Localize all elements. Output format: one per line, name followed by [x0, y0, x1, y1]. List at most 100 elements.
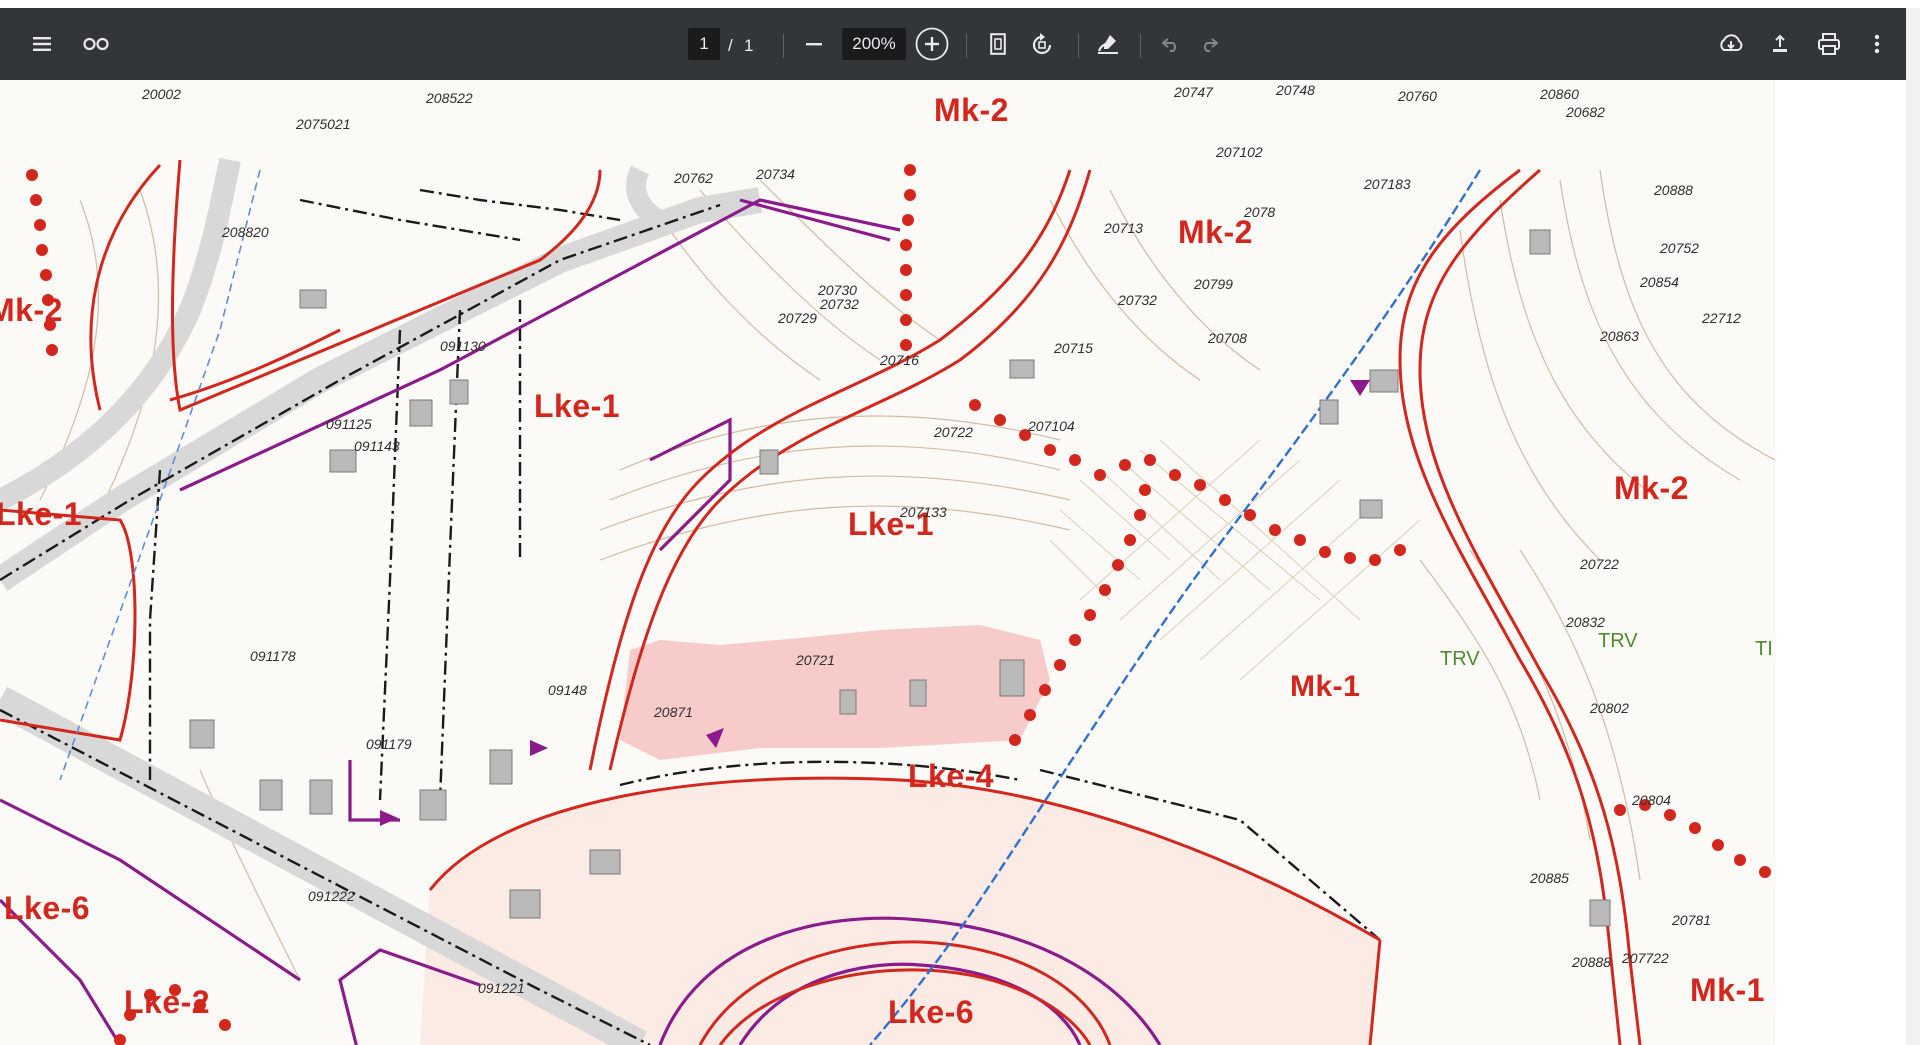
annotate-button[interactable] [1090, 26, 1126, 62]
parcel-number: 20713 [1104, 220, 1143, 236]
print-icon [1818, 33, 1840, 55]
parcel-number: 2075021 [296, 116, 351, 132]
download-button[interactable] [1712, 26, 1750, 62]
parcel-number: 20799 [1194, 276, 1233, 292]
parcel-number: 20722 [934, 424, 973, 440]
parcel-number: 20860 [1540, 86, 1579, 102]
parcel-number: 20730 [818, 282, 857, 298]
parcel-number: 208522 [426, 90, 473, 106]
parcel-number: 20732 [1118, 292, 1157, 308]
parcel-number: 20752 [1660, 240, 1699, 256]
parcel-number: 20802 [1590, 700, 1629, 716]
fit-to-page-button[interactable] [980, 26, 1016, 62]
redo-button[interactable] [1192, 26, 1226, 62]
annotate-icon [1097, 35, 1118, 54]
menu-icon [33, 37, 51, 51]
parcel-number: 20729 [778, 310, 817, 326]
parcel-number: 091179 [366, 736, 412, 752]
parcel-number: 20804 [1632, 792, 1671, 808]
zone-label-lke1: Lke-1 [534, 388, 621, 424]
rotate-button[interactable] [1024, 26, 1060, 62]
parcel-number: 20888 [1654, 182, 1693, 198]
parcel-number: 22712 [1702, 310, 1741, 326]
zone-label-lke2: Lke-2 [124, 984, 211, 1020]
trv-label: TI [1755, 638, 1773, 660]
zoom-value: 200% [852, 34, 896, 53]
parcel-number: 20722 [1580, 556, 1619, 572]
zoom-level-input[interactable]: 200% [842, 28, 906, 60]
parcel-number: 20716 [880, 352, 919, 368]
parcel-number: 091125 [326, 416, 372, 432]
menu-button[interactable] [24, 26, 60, 62]
zone-label-mk2: Mk-2 [1614, 470, 1689, 506]
parcel-number: 20682 [1566, 104, 1605, 120]
trv-label: TRV [1440, 648, 1480, 670]
toolbar-divider [966, 34, 967, 58]
parcel-number: 20760 [1398, 88, 1437, 104]
parcel-number: 20002 [142, 86, 181, 102]
parcel-number: 207722 [1622, 950, 1669, 966]
parcel-number: 207104 [1028, 418, 1075, 434]
more-options-button[interactable] [1862, 26, 1892, 62]
document-viewer[interactable]: Mk-2 Mk-2 Mk-2 Mk-2 Lke-1 Lke-1 Lke-1 Mk… [0, 80, 1906, 1045]
parcel-number: 207183 [1364, 176, 1411, 192]
zone-label-mk2: Mk-2 [1178, 214, 1253, 250]
trv-label: TRV [1598, 630, 1638, 652]
parcel-number: 20854 [1640, 274, 1679, 290]
window-top-strip [0, 0, 1920, 8]
zone-label-mk2: Mk-2 [0, 292, 63, 328]
parcel-number: 091222 [308, 888, 355, 904]
zoom-out-icon [806, 43, 822, 46]
markers [380, 380, 1370, 826]
parcel-number: 20715 [1054, 340, 1093, 356]
parcel-number: 091130 [440, 338, 486, 354]
parcel-number: 20732 [820, 296, 859, 312]
parcel-number: 207133 [900, 504, 947, 520]
parcel-number: 091178 [250, 648, 296, 664]
page-current: 1 [699, 34, 709, 53]
parcel-number: 20748 [1276, 82, 1315, 98]
page-total: 1 [744, 36, 754, 55]
vertical-scrollbar[interactable] [1906, 8, 1920, 1045]
zone-label-mk1: Mk-1 [1690, 972, 1765, 1008]
parcel-number: 20888 [1572, 954, 1611, 970]
parcel-number: 20863 [1600, 328, 1639, 344]
parcel-number: 208820 [222, 224, 269, 240]
parcel-number: 091221 [478, 980, 525, 996]
parcel-number: 20721 [796, 652, 835, 668]
download-icon [1720, 34, 1743, 51]
parcel-number: 207102 [1216, 144, 1263, 160]
redo-icon [1204, 38, 1218, 52]
two-page-view-button[interactable] [78, 26, 114, 62]
parcel-number: 09148 [548, 682, 587, 698]
fit-page-icon [990, 33, 1006, 55]
undo-button[interactable] [1154, 26, 1188, 62]
zone-label-lke6: Lke-6 [4, 890, 91, 926]
share-button[interactable] [1762, 26, 1798, 62]
parcel-number: 091143 [354, 438, 400, 454]
pdf-toolbar: 1 / 1 200% [0, 8, 1906, 80]
zone-label-lke1: Lke-1 [0, 496, 83, 532]
zone-label-lke6: Lke-6 [888, 994, 975, 1030]
parcel-number: 20832 [1566, 614, 1605, 630]
zone-label-mk1: Mk-1 [1290, 670, 1361, 703]
zoom-out-button[interactable] [796, 26, 832, 62]
parcel-number: 2078 [1244, 204, 1276, 220]
parcel-number: 20871 [654, 704, 693, 720]
undo-icon [1162, 38, 1176, 52]
toolbar-divider [783, 34, 784, 58]
page-number-input[interactable]: 1 [688, 28, 720, 60]
zoom-in-button[interactable] [914, 26, 950, 62]
zoom-in-icon [915, 27, 949, 61]
zone-label-lke4: Lke-4 [908, 758, 995, 794]
parcel-number: 20747 [1174, 84, 1213, 100]
more-icon [1874, 34, 1880, 54]
print-button[interactable] [1810, 26, 1848, 62]
page-separator: / [728, 36, 733, 55]
two-page-icon [83, 37, 109, 51]
shaded-parcel [620, 625, 1050, 760]
share-icon [1773, 34, 1787, 52]
rotate-icon [1032, 33, 1052, 55]
parcel-number: 20885 [1530, 870, 1569, 886]
parcel-number: 20781 [1672, 912, 1711, 928]
